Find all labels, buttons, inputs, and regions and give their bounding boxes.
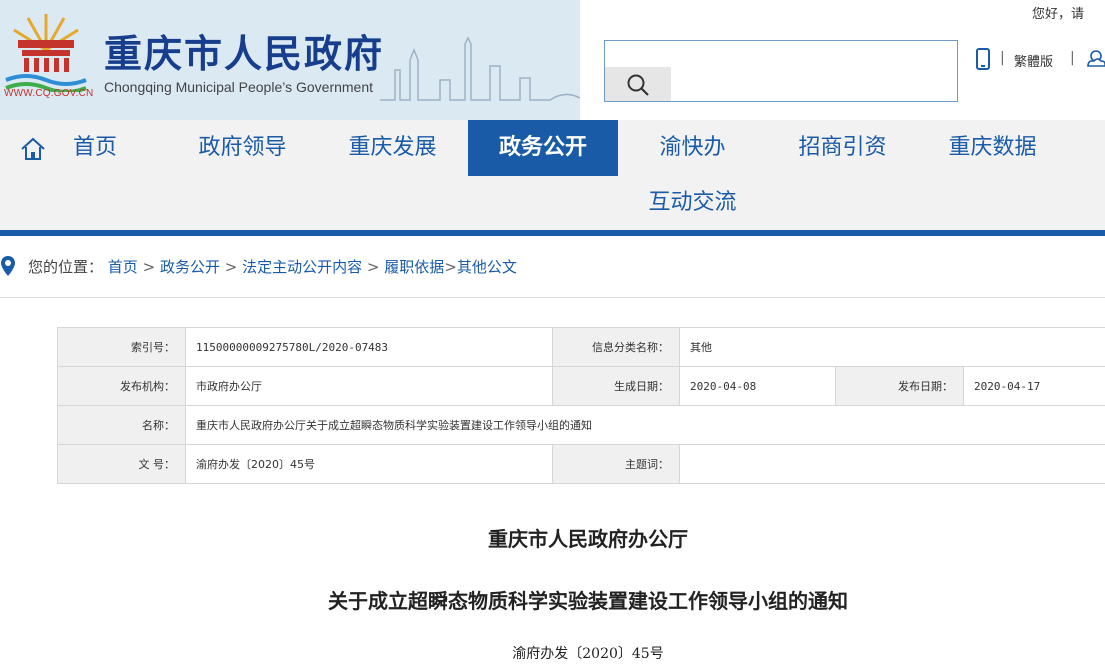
breadcrumb-duty-basis[interactable]: 履职依据 xyxy=(384,258,444,276)
header-separator: | xyxy=(1070,50,1075,66)
mobile-icon[interactable] xyxy=(976,48,990,70)
table-row: 发布机构： 市政府办公厅 生成日期： 2020-04-08 发布日期： 2020… xyxy=(57,366,1105,406)
traditional-chinese-link[interactable]: 繁體版 xyxy=(1014,51,1053,70)
publisher-label: 发布机构： xyxy=(57,366,186,406)
nav-item-government-affairs[interactable]: 政务公开 xyxy=(468,120,618,176)
search-box xyxy=(604,40,958,102)
breadcrumb-separator: > xyxy=(444,258,457,276)
name-label: 名称： xyxy=(57,405,186,445)
breadcrumb-separator: > xyxy=(142,258,156,276)
search-icon xyxy=(627,74,649,96)
breadcrumb-government-affairs[interactable]: 政务公开 xyxy=(160,258,220,276)
document-number-label: 文 号： xyxy=(57,444,186,484)
site-title: 重庆市人民政府 xyxy=(104,32,385,76)
breadcrumb-separator: > xyxy=(224,258,238,276)
document-number-value: 渝府办发〔2020〕45号 xyxy=(185,444,553,484)
site-subtitle: Chongqing Municipal People’s Government xyxy=(104,79,374,95)
government-emblem-icon xyxy=(5,14,87,92)
search-button[interactable] xyxy=(605,67,671,101)
breadcrumb-divider xyxy=(0,297,1105,298)
home-icon[interactable] xyxy=(20,136,46,162)
index-value: 11500000009275780L/2020-07483 xyxy=(185,327,553,367)
published-date-label: 发布日期： xyxy=(835,366,964,406)
publisher-value: 市政府办公厅 xyxy=(185,366,553,406)
document-info-table: 索引号： 11500000009275780L/2020-07483 信息分类名… xyxy=(57,327,1105,484)
search-input[interactable] xyxy=(607,43,955,65)
site-url: WWW.CQ.GOV.CN xyxy=(4,88,94,99)
site-header: WWW.CQ.GOV.CN 重庆市人民政府 Chongqing Municipa… xyxy=(0,0,1105,120)
table-row: 文 号： 渝府办发〔2020〕45号 主题词： xyxy=(57,444,1105,484)
subject-value xyxy=(678,444,1105,484)
nav-item-chongqing-development[interactable]: 重庆发展 xyxy=(320,120,465,176)
breadcrumb-separator: > xyxy=(366,258,380,276)
document-title: 关于成立超瞬态物质科学实验装置建设工作领导小组的通知 xyxy=(328,589,848,613)
header-banner: WWW.CQ.GOV.CN 重庆市人民政府 Chongqing Municipa… xyxy=(0,0,580,120)
table-row: 索引号： 11500000009275780L/2020-07483 信息分类名… xyxy=(57,327,1105,367)
greeting-text: 您好，请 xyxy=(1032,7,1085,22)
name-value: 重庆市人民政府办公厅关于成立超瞬态物质科学实验装置建设工作领导小组的通知 xyxy=(184,405,1105,445)
nav-item-yukuaiban[interactable]: 渝快办 xyxy=(620,120,765,176)
city-skyline-icon xyxy=(380,36,580,101)
category-value: 其他 xyxy=(678,327,1105,367)
subject-label: 主题词： xyxy=(552,444,680,484)
header-separator: | xyxy=(1000,50,1005,66)
created-date-value: 2020-04-08 xyxy=(679,366,836,406)
category-label: 信息分类名称： xyxy=(552,327,680,367)
published-date-value: 2020-04-17 xyxy=(962,366,1105,406)
weather-icon xyxy=(1087,50,1105,67)
breadcrumb-statutory-disclosure[interactable]: 法定主动公开内容 xyxy=(242,258,362,276)
breadcrumb-prefix: 您的位置： xyxy=(28,258,104,276)
nav-item-government-leaders[interactable]: 政府领导 xyxy=(170,120,315,176)
location-pin-icon xyxy=(1,256,15,276)
nav-item-investment[interactable]: 招商引资 xyxy=(770,120,915,176)
document-issuer: 重庆市人民政府办公厅 xyxy=(488,527,688,551)
index-label: 索引号： xyxy=(57,327,186,367)
nav-item-home[interactable]: 首页 xyxy=(60,120,130,176)
nav-item-interaction[interactable]: 互动交流 xyxy=(620,175,765,231)
table-row: 名称： 重庆市人民政府办公厅关于成立超瞬态物质科学实验装置建设工作领导小组的通知 xyxy=(57,405,1105,445)
nav-item-chongqing-data[interactable]: 重庆数据 xyxy=(920,120,1065,176)
document-number: 渝府办发〔2020〕45号 xyxy=(512,646,664,662)
created-date-label: 生成日期： xyxy=(552,366,680,406)
breadcrumb-home[interactable]: 首页 xyxy=(108,258,138,276)
breadcrumb-other-documents[interactable]: 其他公文 xyxy=(457,258,517,276)
nav-accent-bar xyxy=(0,230,1105,236)
